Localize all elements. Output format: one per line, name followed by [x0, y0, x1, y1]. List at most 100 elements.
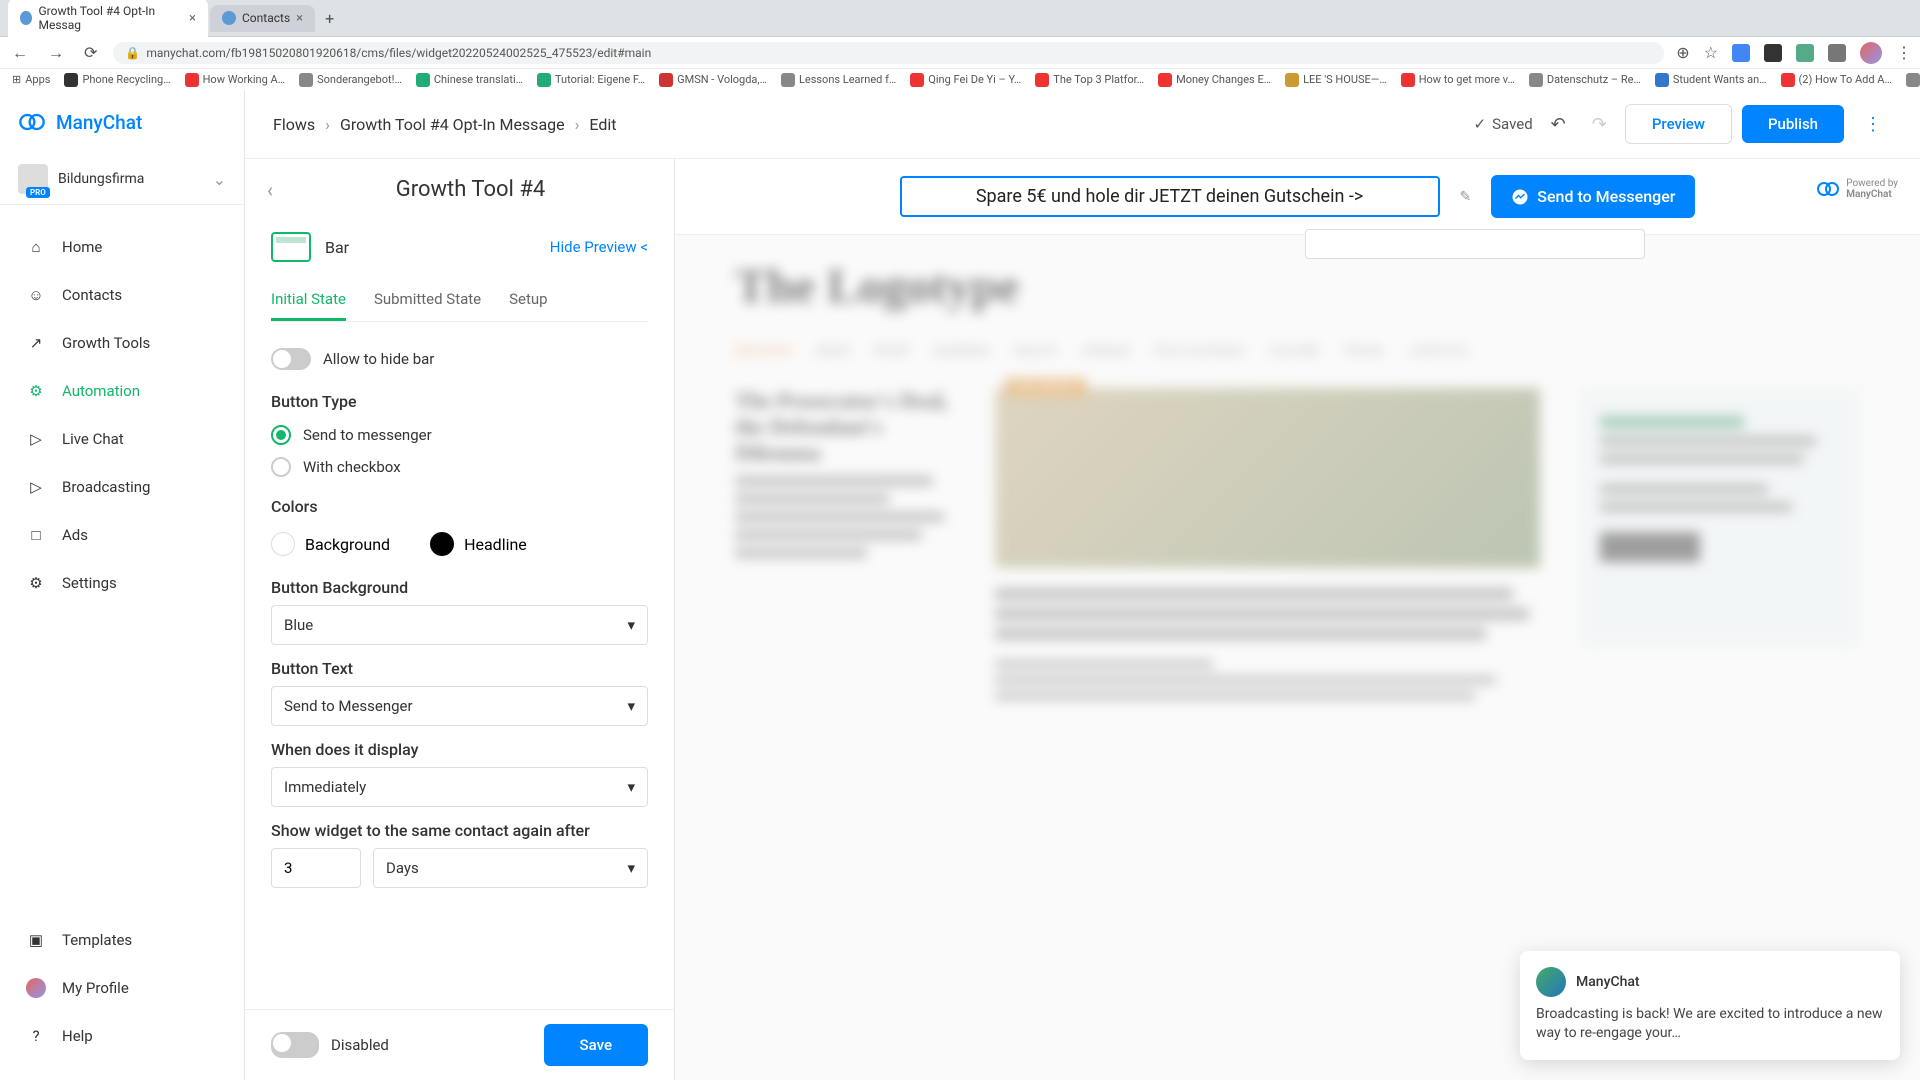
topbar: Flows › Growth Tool #4 Opt-In Message › … — [245, 90, 1920, 159]
logo[interactable]: ManyChat — [0, 90, 244, 154]
bookmark-item[interactable]: Student Wants an… — [1655, 73, 1767, 87]
when-display-title: When does it display — [271, 726, 648, 767]
disabled-toggle[interactable] — [271, 1032, 319, 1058]
extension-icon[interactable] — [1732, 44, 1750, 62]
new-tab-button[interactable]: + — [317, 5, 342, 32]
close-icon[interactable]: × — [189, 11, 196, 26]
manychat-logo-icon — [1816, 177, 1840, 201]
bookmark-item[interactable]: Download - Cooki… — [1906, 73, 1920, 87]
breadcrumb[interactable]: Growth Tool #4 Opt-In Message — [340, 115, 565, 134]
bookmark-item[interactable]: LEE 'S HOUSE—… — [1285, 73, 1387, 87]
nav-settings[interactable]: ⚙Settings — [0, 559, 244, 607]
breadcrumb[interactable]: Flows — [273, 115, 315, 134]
pencil-icon[interactable]: ✎ — [1460, 189, 1472, 205]
panel-body: Bar Hide Preview < Initial State Submitt… — [245, 214, 674, 1009]
manychat-logo-icon — [18, 108, 46, 136]
tab-setup[interactable]: Setup — [509, 280, 547, 321]
close-icon[interactable]: × — [296, 11, 303, 26]
background-color-picker[interactable]: Background — [271, 532, 390, 556]
extension-icon[interactable] — [1828, 44, 1846, 62]
extension-icon[interactable] — [1764, 44, 1782, 62]
fake-site-title: The Logotype — [735, 259, 1860, 314]
bookmark-item[interactable]: GMSN - Vologda,… — [659, 73, 767, 87]
nav-ads[interactable]: □Ads — [0, 511, 244, 559]
button-text-select[interactable]: Send to Messenger ▾ — [271, 686, 648, 726]
notification-toast[interactable]: ManyChat Broadcasting is back! We are ex… — [1520, 951, 1900, 1060]
toast-header: ManyChat — [1536, 967, 1884, 997]
tab-submitted-state[interactable]: Submitted State — [374, 280, 481, 321]
nav-home[interactable]: ⌂Home — [0, 223, 244, 271]
bar-thumb-icon — [271, 232, 311, 262]
url-input[interactable]: 🔒 manychat.com/fb198150208019206​18/cms/… — [113, 42, 1664, 64]
apps-icon[interactable]: ⊞ Apps — [12, 73, 50, 86]
chevron-down-icon: ▾ — [627, 616, 635, 634]
check-icon: ✓ — [1474, 115, 1487, 133]
autocomplete-dropdown[interactable] — [1305, 229, 1645, 259]
allow-hide-toggle-row: Allow to hide bar — [271, 340, 648, 378]
colors-row: Background Headline — [271, 524, 648, 564]
headline-color-picker[interactable]: Headline — [430, 532, 527, 556]
allow-hide-toggle[interactable] — [271, 348, 311, 370]
nav-help[interactable]: ?Help — [0, 1012, 244, 1060]
chevron-right-icon: › — [325, 115, 330, 134]
nav-growth-tools[interactable]: ↗Growth Tools — [0, 319, 244, 367]
nav-templates[interactable]: ▣Templates — [0, 916, 244, 964]
bookmark-item[interactable]: Datenschutz – Re… — [1529, 73, 1641, 87]
disabled-label: Disabled — [331, 1036, 389, 1054]
nav-contacts[interactable]: ☺Contacts — [0, 271, 244, 319]
profile-avatar[interactable] — [1860, 42, 1882, 64]
bookmark-item[interactable]: Chinese translati… — [416, 73, 523, 87]
state-tabs: Initial State Submitted State Setup — [271, 280, 648, 322]
growth-icon: ↗ — [26, 333, 46, 353]
zoom-icon[interactable]: ⊕ — [1676, 43, 1689, 62]
radio-with-checkbox[interactable]: With checkbox — [271, 451, 648, 483]
save-button[interactable]: Save — [544, 1024, 648, 1066]
logo-text: ManyChat — [56, 111, 142, 134]
extension-icon[interactable] — [1796, 44, 1814, 62]
show-again-number-input[interactable] — [271, 848, 361, 888]
undo-button[interactable]: ↶ — [1543, 110, 1574, 139]
nav-profile[interactable]: My Profile — [0, 964, 244, 1012]
button-bg-select[interactable]: Blue ▾ — [271, 605, 648, 645]
bookmark-item[interactable]: (2) How To Add A… — [1781, 73, 1892, 87]
when-display-select[interactable]: Immediately ▾ — [271, 767, 648, 807]
forward-icon[interactable]: → — [44, 41, 68, 65]
bookmark-item[interactable]: Money Changes E… — [1158, 73, 1271, 87]
breadcrumb: Edit — [589, 115, 616, 134]
radio-send-messenger[interactable]: Send to messenger — [271, 419, 648, 451]
publish-button[interactable]: Publish — [1742, 105, 1844, 143]
nav-broadcasting[interactable]: ▷Broadcasting — [0, 463, 244, 511]
browser-chrome: Growth Tool #4 Opt-In Messag × Contacts … — [0, 0, 1920, 90]
hide-preview-button[interactable]: Hide Preview < — [550, 238, 648, 256]
bookmark-item[interactable]: Phone Recycling… — [64, 73, 170, 87]
preview-button[interactable]: Preview — [1625, 104, 1732, 144]
bookmark-item[interactable]: The Top 3 Platfor… — [1035, 73, 1144, 87]
bookmark-item[interactable]: How to get more v… — [1401, 73, 1515, 87]
chevron-down-icon: ▾ — [627, 778, 635, 796]
browser-tab-active[interactable]: Growth Tool #4 Opt-In Messag × — [8, 0, 208, 38]
bookmark-item[interactable]: How Working A… — [185, 73, 285, 87]
tab-initial-state[interactable]: Initial State — [271, 280, 346, 321]
headline-input[interactable] — [900, 176, 1440, 217]
browser-tab[interactable]: Contacts × — [210, 5, 315, 32]
disabled-toggle-row: Disabled — [271, 1024, 389, 1066]
bookmark-item[interactable]: Qing Fei De Yi – Y… — [910, 73, 1021, 87]
menu-icon[interactable]: ⋮ — [1896, 43, 1912, 62]
contacts-icon: ☺ — [26, 285, 46, 305]
reload-icon[interactable]: ⟳ — [80, 41, 101, 64]
star-icon[interactable]: ☆ — [1704, 43, 1718, 62]
back-icon[interactable]: ← — [8, 41, 32, 65]
panel-footer: Disabled Save — [245, 1009, 674, 1080]
send-to-messenger-button[interactable]: Send to Messenger — [1491, 175, 1695, 218]
more-icon[interactable]: ⋮ — [1854, 108, 1892, 141]
bookmark-item[interactable]: Sonderangebot!… — [299, 73, 402, 87]
back-button[interactable]: ‹ — [267, 178, 273, 202]
nav-live-chat[interactable]: ▷Live Chat — [0, 415, 244, 463]
bookmark-item[interactable]: Tutorial: Eigene F… — [537, 73, 645, 87]
account-selector[interactable]: PRO Bildungsfirma ⌄ — [0, 154, 244, 205]
bookmark-item[interactable]: Lessons Learned f… — [781, 73, 896, 87]
lock-icon: 🔒 — [125, 46, 140, 60]
nav-automation[interactable]: ⚙Automation — [0, 367, 244, 415]
show-again-title: Show widget to the same contact again af… — [271, 807, 648, 848]
show-again-unit-select[interactable]: Days ▾ — [373, 848, 648, 888]
